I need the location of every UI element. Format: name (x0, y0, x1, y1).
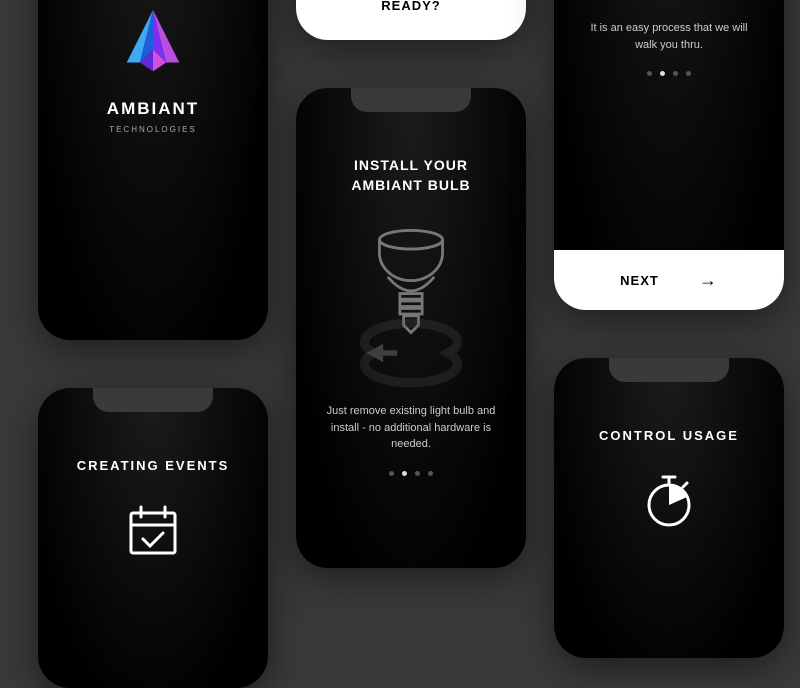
arrow-right-icon: → (699, 270, 718, 291)
install-title: INSTALL YOUR AMBIANT BULB (351, 156, 470, 195)
install-description: Just remove existing light bulb and inst… (296, 403, 526, 453)
notch (609, 358, 729, 382)
brand-subtitle: TECHNOLOGIES (107, 125, 199, 134)
notch (351, 88, 471, 112)
color-screen: It is an easy process that we will walk … (554, 0, 784, 310)
notch (93, 388, 213, 412)
ready-screen: READY? (296, 0, 526, 40)
next-label: NEXT (620, 273, 659, 288)
ready-label: READY? (381, 0, 440, 13)
bulb-install-illustration (346, 221, 476, 391)
ambiant-logo-icon (108, 10, 198, 80)
ready-button[interactable]: READY? (296, 0, 526, 40)
color-description: It is an easy process that we will walk … (554, 20, 784, 53)
stopwatch-icon (639, 471, 699, 531)
events-screen: CREATING EVENTS (38, 388, 268, 688)
events-title: CREATING EVENTS (77, 458, 230, 473)
usage-title: CONTROL USAGE (599, 428, 739, 443)
usage-screen: CONTROL USAGE (554, 358, 784, 658)
next-button[interactable]: NEXT → (554, 250, 784, 310)
install-screen: INSTALL YOUR AMBIANT BULB (296, 88, 526, 568)
calendar-check-icon (123, 501, 183, 561)
page-indicator (389, 471, 433, 476)
splash-screen: AMBIANT TECHNOLOGIES (38, 0, 268, 340)
brand-name: AMBIANT (107, 99, 199, 119)
page-indicator (647, 71, 691, 76)
